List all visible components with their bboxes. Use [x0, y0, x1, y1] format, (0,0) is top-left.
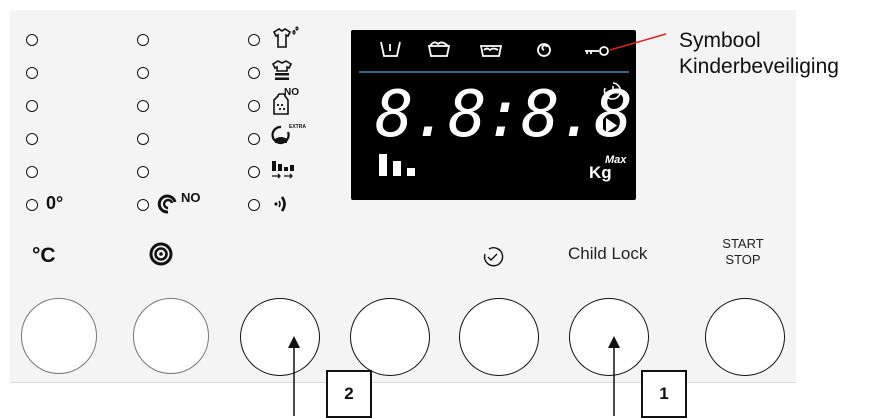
load-bar	[379, 154, 387, 176]
temperature-label: °C	[32, 244, 56, 267]
temperature-led	[26, 166, 38, 178]
spin-led	[137, 34, 149, 46]
spin-swirl-icon	[149, 242, 173, 266]
spin-led	[137, 100, 149, 112]
spin-button[interactable]	[133, 298, 209, 374]
callout-marker-2: 2	[326, 370, 372, 418]
child-lock-label: Child Lock	[568, 244, 648, 263]
remote-signal-icon	[274, 196, 286, 212]
symbol-callout-label: Symbool Kinderbeveiliging	[679, 28, 839, 80]
spin-led	[137, 67, 149, 79]
load-bar	[393, 161, 401, 176]
no-spin-label: NO	[181, 190, 201, 205]
easy-iron-shirt-icon	[272, 26, 299, 48]
cold-wash-label: 0°	[46, 193, 64, 213]
temperature-led	[26, 34, 38, 46]
option-led	[248, 133, 260, 145]
callout-marker-1: 1	[641, 370, 687, 418]
spin-icon	[537, 43, 551, 57]
option-led	[248, 100, 260, 112]
option-led	[248, 199, 260, 211]
start-stop-button[interactable]	[705, 298, 785, 376]
start-stop-label: START STOP	[719, 236, 767, 268]
option-button[interactable]	[240, 298, 320, 376]
option-button-2[interactable]	[350, 298, 430, 376]
start-label: START	[722, 236, 764, 251]
option-led	[248, 34, 260, 46]
lcd-display: 8.8:8.8. Kg Max	[351, 30, 636, 200]
load-level-arrows-icon	[272, 161, 294, 179]
arrow-up-icon	[288, 336, 300, 416]
load-bar	[407, 168, 415, 176]
symbol-callout-line1: Symbool	[679, 29, 761, 52]
no-iron-label: NO	[284, 87, 299, 98]
spin-led	[137, 133, 149, 145]
rinse-icon	[479, 45, 503, 57]
arrow-up-icon	[608, 336, 620, 416]
spin-led	[137, 166, 149, 178]
shirt-stack-icon	[271, 60, 293, 80]
lcd-symbols: 8.8:8.8. Kg Max	[359, 41, 636, 182]
temperature-led	[26, 67, 38, 79]
timer-button[interactable]	[459, 298, 539, 376]
main-wash-icon	[427, 41, 451, 57]
prewash-icon	[380, 41, 401, 57]
no-spin-icon	[157, 194, 177, 214]
temperature-led	[26, 100, 38, 112]
temperature-led	[26, 133, 38, 145]
temperature-led	[26, 199, 38, 211]
symbol-callout-line2: Kinderbeveiliging	[679, 55, 839, 78]
max-label: Max	[605, 154, 627, 166]
callout-line-symbol	[609, 33, 667, 51]
option-led	[248, 67, 260, 79]
extra-label: EXTRA	[289, 124, 306, 130]
option-led	[248, 166, 260, 178]
stop-label: STOP	[725, 252, 761, 267]
timer-clock-icon	[483, 247, 504, 267]
temperature-button[interactable]	[21, 298, 97, 374]
time-digits: 8.8:8.8.	[375, 78, 636, 152]
spin-led	[137, 199, 149, 211]
